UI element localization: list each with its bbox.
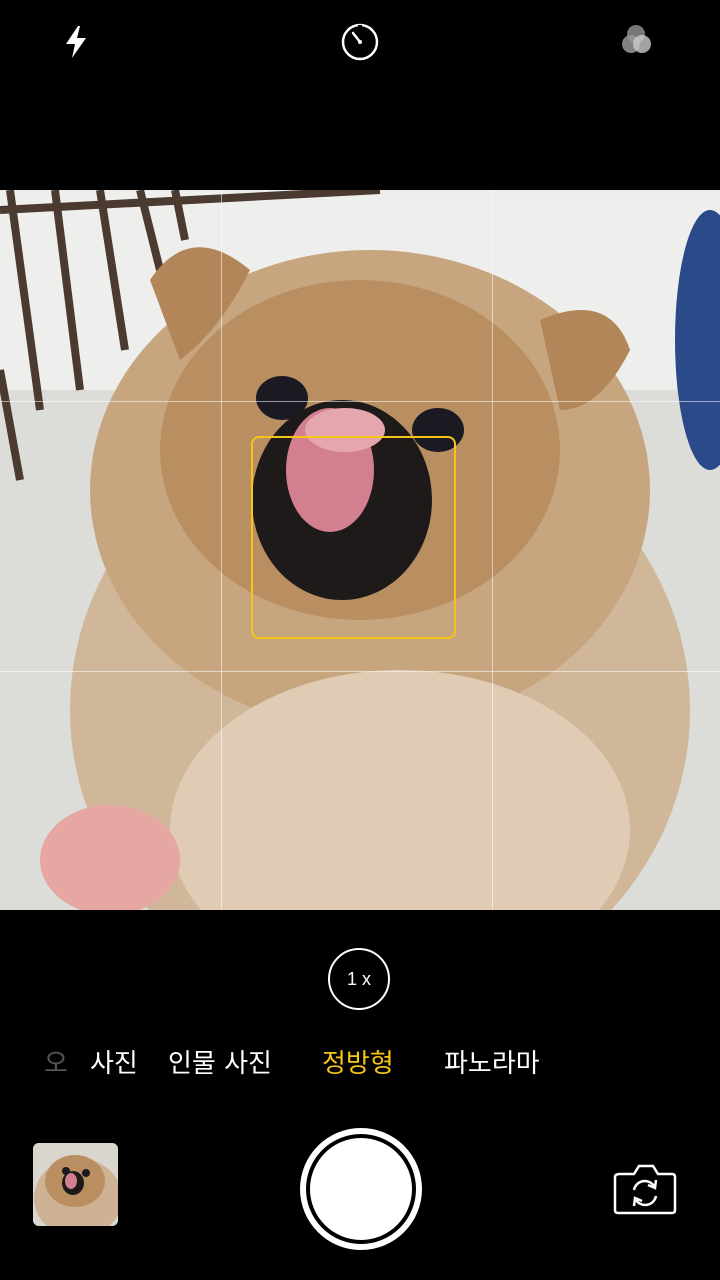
shutter-inner (306, 1134, 416, 1244)
mode-selector: 오 사진 인물 사진 정방형 파노라마 (0, 1042, 720, 1086)
timer-icon[interactable] (336, 18, 384, 66)
zoom-button[interactable]: 1 x (328, 948, 390, 1010)
filters-icon[interactable] (612, 18, 660, 66)
last-photo-thumbnail[interactable] (33, 1143, 118, 1226)
mode-panorama[interactable]: 파노라마 (444, 1042, 540, 1086)
top-bar (0, 0, 720, 190)
grid-line (0, 671, 720, 672)
mode-square[interactable]: 정방형 (322, 1042, 394, 1086)
flip-camera-icon[interactable] (612, 1160, 678, 1216)
grid-line (221, 190, 222, 910)
mode-video[interactable]: 오 (44, 1042, 68, 1086)
mode-portrait[interactable]: 인물 사진 (168, 1042, 272, 1086)
grid-line (492, 190, 493, 910)
flash-icon[interactable] (52, 18, 100, 66)
camera-viewfinder[interactable] (0, 190, 720, 910)
focus-box (251, 436, 456, 639)
shutter-button[interactable] (300, 1128, 422, 1250)
grid-line (0, 401, 720, 402)
mode-photo[interactable]: 사진 (90, 1042, 138, 1086)
